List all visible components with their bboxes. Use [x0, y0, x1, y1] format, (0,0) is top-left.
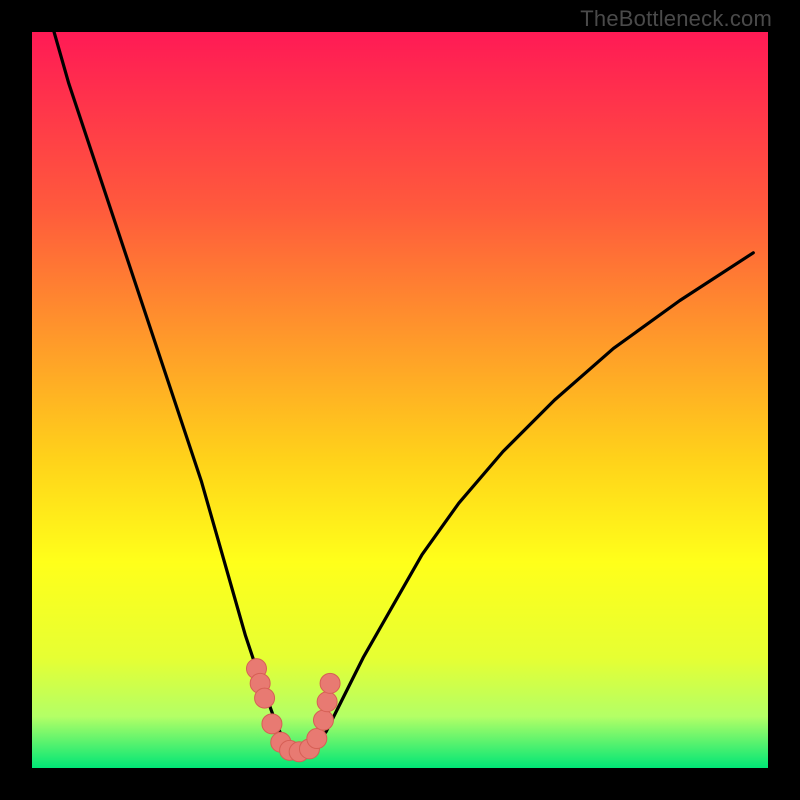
plot-area: [32, 32, 768, 768]
data-point: [307, 729, 327, 749]
bottleneck-curve: [54, 32, 753, 753]
data-point: [317, 692, 337, 712]
watermark-text: TheBottleneck.com: [580, 6, 772, 32]
data-point: [255, 688, 275, 708]
chart-frame: TheBottleneck.com: [0, 0, 800, 800]
data-point: [320, 673, 340, 693]
data-points: [246, 659, 340, 762]
data-point: [313, 710, 333, 730]
curve-layer: [32, 32, 768, 768]
data-point: [262, 714, 282, 734]
